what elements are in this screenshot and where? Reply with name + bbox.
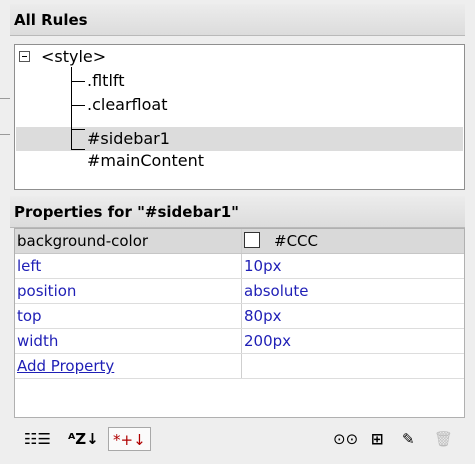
tree-connector — [71, 81, 85, 82]
property-row-width[interactable]: width 200px — [15, 329, 464, 354]
tree-connector — [71, 129, 85, 130]
column-divider — [241, 304, 242, 328]
edit-rule-icon[interactable]: ✎ — [402, 427, 415, 451]
property-value[interactable]: #CCC — [244, 229, 318, 253]
column-divider — [241, 279, 242, 303]
column-divider — [241, 329, 242, 353]
property-name: left — [17, 257, 42, 275]
tree-connector — [71, 149, 85, 150]
tree-connector — [71, 105, 85, 106]
property-value[interactable]: absolute — [244, 279, 309, 303]
tree-node-style[interactable]: <style> — [41, 45, 106, 69]
tree-node-fltlft[interactable]: .fltlft — [87, 69, 125, 93]
property-row-background-color[interactable]: background-color #CCC — [15, 229, 464, 254]
tree-connector — [71, 67, 72, 149]
add-property-link[interactable]: Add Property — [17, 354, 241, 378]
panel-edge-line — [0, 134, 10, 135]
property-name: width — [17, 332, 59, 350]
category-view-icon[interactable]: ☷☰ — [24, 427, 51, 451]
property-value-text: #CCC — [274, 232, 318, 250]
property-row-add[interactable]: Add Property — [15, 354, 464, 379]
css-styles-panel: All Rules <style> .fltlft .clearfloat #s… — [0, 0, 475, 464]
delete-icon[interactable]: 🗑 — [434, 427, 453, 451]
tree-selection-highlight — [16, 127, 463, 151]
property-value[interactable]: 10px — [244, 254, 282, 278]
property-name: top — [17, 307, 42, 325]
collapse-icon[interactable] — [19, 51, 30, 62]
alpha-view-icon[interactable]: ᴬZ↓ — [68, 427, 99, 451]
property-row-left[interactable]: left 10px — [15, 254, 464, 279]
bottom-toolbar: ☷☰ ᴬZ↓ *+↓ ⊙⊙ ⊞ ✎ 🗑 — [10, 418, 475, 464]
attach-stylesheet-icon[interactable]: ⊙⊙ — [333, 427, 358, 451]
properties-header: Properties for "#sidebar1" — [10, 196, 465, 228]
property-name: position — [17, 282, 77, 300]
rules-tree[interactable]: <style> .fltlft .clearfloat #sidebar1 #m… — [14, 44, 465, 190]
column-divider — [241, 254, 242, 278]
new-rule-icon[interactable]: ⊞ — [371, 427, 384, 451]
column-divider — [241, 354, 242, 378]
color-swatch-icon[interactable] — [244, 232, 260, 248]
panel-edge-line — [0, 98, 10, 99]
property-value[interactable]: 80px — [244, 304, 282, 328]
property-row-position[interactable]: position absolute — [15, 279, 464, 304]
tree-node-sidebar1[interactable]: #sidebar1 — [87, 127, 170, 151]
column-divider — [241, 229, 242, 253]
property-row-top[interactable]: top 80px — [15, 304, 464, 329]
tree-node-clearfloat[interactable]: .clearfloat — [87, 93, 168, 117]
property-name: background-color — [17, 232, 149, 250]
all-rules-header: All Rules — [10, 4, 465, 36]
properties-grid: background-color #CCC left 10px position… — [14, 228, 465, 418]
set-properties-view-icon[interactable]: *+↓ — [108, 427, 151, 451]
tree-node-maincontent[interactable]: #mainContent — [87, 149, 204, 173]
property-value[interactable]: 200px — [244, 329, 291, 353]
